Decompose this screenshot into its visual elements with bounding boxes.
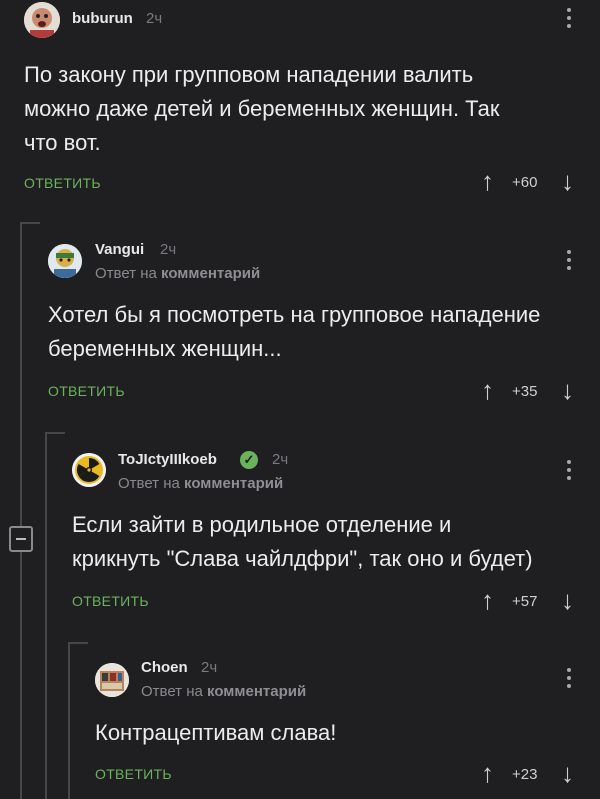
- timestamp: 2ч: [272, 451, 289, 468]
- reply-to-link[interactable]: комментарий: [161, 265, 260, 282]
- comment-text: Контрацептивам слава!: [95, 716, 585, 750]
- comment-text: Если зайти в родильное отделение и крикн…: [72, 508, 592, 576]
- reply-button[interactable]: ОТВЕТИТЬ: [48, 383, 125, 399]
- reply-button[interactable]: ОТВЕТИТЬ: [24, 175, 101, 191]
- downvote-icon[interactable]: ↓: [561, 377, 574, 403]
- comment-text: По закону при групповом нападении валить…: [24, 58, 584, 160]
- comment-text-line: беременных женщин...: [48, 336, 282, 361]
- upvote-icon[interactable]: ↑: [481, 760, 494, 786]
- timestamp: 2ч: [201, 659, 218, 676]
- username[interactable]: ToJIctyIIIkoeb: [118, 451, 217, 468]
- comment-text-line: По закону при групповом нападении валить: [24, 62, 474, 87]
- upvote-icon[interactable]: ↑: [481, 587, 494, 613]
- avatar[interactable]: [72, 453, 106, 487]
- downvote-icon[interactable]: ↓: [561, 168, 574, 194]
- timestamp: 2ч: [146, 10, 163, 27]
- username[interactable]: Choen: [141, 659, 188, 676]
- reply-to-prefix: Ответ на: [95, 265, 157, 282]
- thread-line-connector-2: [45, 432, 65, 434]
- comment-text-line: крикнуть "Слава чайлдфри", так оно и буд…: [72, 546, 533, 571]
- avatar[interactable]: [48, 244, 82, 278]
- user-avatar-icon: [24, 2, 60, 38]
- comment-text-line: Если зайти в родильное отделение и: [72, 512, 452, 537]
- reply-to-label: Ответ на комментарий: [141, 683, 306, 700]
- avatar[interactable]: [95, 663, 129, 697]
- thread-line-connector-3: [68, 642, 88, 644]
- comment-text: Хотел бы я посмотреть на групповое напад…: [48, 298, 588, 366]
- more-options-icon[interactable]: [566, 8, 572, 30]
- score: +57: [512, 593, 538, 610]
- username[interactable]: buburun: [72, 10, 133, 27]
- reply-to-label: Ответ на комментарий: [118, 475, 283, 492]
- downvote-icon[interactable]: ↓: [561, 587, 574, 613]
- reply-to-link[interactable]: комментарий: [184, 475, 283, 492]
- comment-text-line: Контрацептивам слава!: [95, 720, 337, 745]
- score: +23: [512, 766, 538, 783]
- radiation-icon: [72, 453, 106, 487]
- thread-line-connector-1: [20, 222, 40, 224]
- comment-text-line: Хотел бы я посмотреть на групповое напад…: [48, 302, 541, 327]
- verified-icon: ✓: [240, 451, 258, 469]
- reply-to-link[interactable]: комментарий: [207, 683, 306, 700]
- comment-text-line: можно даже детей и беременных женщин. Та…: [24, 96, 500, 121]
- downvote-icon[interactable]: ↓: [561, 760, 574, 786]
- user-avatar-icon: [48, 244, 82, 278]
- thread-line-level-1: [20, 222, 22, 799]
- user-avatar-icon: [95, 663, 129, 697]
- score: +60: [512, 174, 538, 191]
- upvote-icon[interactable]: ↑: [481, 377, 494, 403]
- timestamp: 2ч: [160, 241, 177, 258]
- avatar[interactable]: [24, 2, 60, 38]
- reply-button[interactable]: ОТВЕТИТЬ: [72, 593, 149, 609]
- reply-to-label: Ответ на комментарий: [95, 265, 260, 282]
- reply-button[interactable]: ОТВЕТИТЬ: [95, 766, 172, 782]
- thread-line-level-2: [45, 432, 47, 799]
- comment-text-line: что вот.: [24, 130, 101, 155]
- reply-to-prefix: Ответ на: [141, 683, 203, 700]
- username[interactable]: Vangui: [95, 241, 144, 258]
- more-options-icon[interactable]: [566, 668, 572, 690]
- upvote-icon[interactable]: ↑: [481, 168, 494, 194]
- more-options-icon[interactable]: [566, 460, 572, 482]
- thread-line-level-3: [68, 642, 70, 799]
- collapse-thread-button[interactable]: [9, 526, 33, 552]
- more-options-icon[interactable]: [566, 250, 572, 272]
- score: +35: [512, 383, 538, 400]
- reply-to-prefix: Ответ на: [118, 475, 180, 492]
